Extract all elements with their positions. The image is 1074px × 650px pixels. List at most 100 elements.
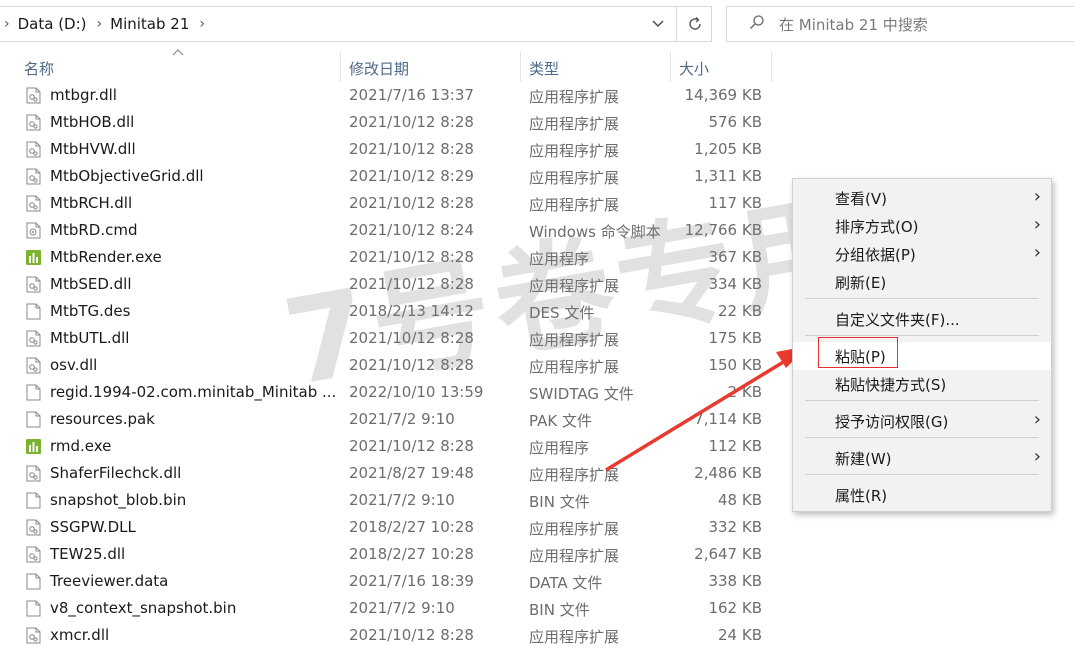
file-size: 576 KB: [708, 113, 762, 131]
file-type: 应用程序扩展: [529, 88, 620, 106]
file-name[interactable]: MtbSED.dll: [50, 275, 132, 293]
file-row[interactable]: Treeviewer.data 2021/7/16 18:39 DATA 文件 338…: [20, 568, 780, 595]
file-type: BIN 文件: [529, 601, 590, 619]
column-header-date[interactable]: 修改日期: [349, 54, 519, 82]
file-name[interactable]: MtbHVW.dll: [50, 140, 136, 158]
file-row[interactable]: xmcr.dll 2021/10/12 8:28 应用程序扩展 24 KB: [20, 622, 780, 649]
menu-item-paste-shortcut[interactable]: 粘贴快捷方式(S): [793, 370, 1051, 398]
menu-item-customize-folder[interactable]: 自定义文件夹(F)...: [793, 305, 1051, 333]
file-name[interactable]: resources.pak: [50, 410, 155, 428]
column-divider[interactable]: [520, 52, 521, 82]
file-row[interactable]: resources.pak 2021/7/2 9:10 PAK 文件 7,114 KB: [20, 406, 780, 433]
file-row[interactable]: v8_context_snapshot.bin 2021/7/2 9:10 BIN …: [20, 595, 780, 622]
address-bar[interactable]: › Data (D:) › Minitab 21 ›: [0, 6, 712, 42]
file-size: 2,647 KB: [694, 545, 762, 563]
file-size: 7,114 KB: [694, 410, 762, 428]
search-input[interactable]: 在 Minitab 21 中搜索: [726, 6, 1074, 42]
file-date: 2021/10/12 8:28: [349, 248, 474, 266]
file-size: 334 KB: [708, 275, 762, 293]
menu-item-properties[interactable]: 属性(R): [793, 481, 1051, 509]
file-name[interactable]: regid.1994-02.com.minitab_Minitab ...: [50, 383, 336, 401]
file-row[interactable]: snapshot_blob.bin 2021/7/2 9:10 BIN 文件 48 K…: [20, 487, 780, 514]
menu-item-refresh[interactable]: 刷新(E): [793, 268, 1051, 296]
file-row[interactable]: MtbRCH.dll 2021/10/12 8:28 应用程序扩展 117 KB: [20, 190, 780, 217]
menu-item-paste[interactable]: 粘贴(P): [793, 342, 1051, 370]
file-name[interactable]: TEW25.dll: [50, 545, 125, 563]
chevron-right-icon: ›: [1033, 242, 1041, 263]
column-header-type[interactable]: 类型: [529, 54, 669, 82]
file-size: 150 KB: [708, 356, 762, 374]
column-header-size[interactable]: 大小: [679, 54, 769, 82]
file-name[interactable]: MtbObjectiveGrid.dll: [50, 167, 204, 185]
file-name[interactable]: rmd.exe: [50, 437, 111, 455]
menu-item-give-access[interactable]: 授予访问权限(G) ›: [793, 407, 1051, 435]
breadcrumb-chevron-icon[interactable]: ›: [97, 16, 103, 32]
file-row[interactable]: mtbgr.dll 2021/7/16 13:37 应用程序扩展 14,369 KB: [20, 82, 780, 109]
file-name[interactable]: MtbHOB.dll: [50, 113, 134, 131]
breadcrumb-chevron-icon[interactable]: ›: [199, 16, 205, 32]
cmd-file-icon: [26, 222, 41, 239]
file-size: 117 KB: [708, 194, 762, 212]
file-size: 338 KB: [708, 572, 762, 590]
menu-separator: [805, 298, 1039, 299]
file-date: 2021/7/2 9:10: [349, 599, 455, 617]
file-name[interactable]: MtbTG.des: [50, 302, 130, 320]
chevron-down-icon[interactable]: [640, 7, 676, 41]
menu-item-label: 刷新(E): [835, 274, 887, 292]
file-row[interactable]: osv.dll 2021/10/12 8:28 应用程序扩展 150 KB: [20, 352, 780, 379]
blank-file-icon: [26, 492, 41, 509]
exe-file-icon: [26, 249, 41, 266]
file-name[interactable]: xmcr.dll: [50, 626, 109, 644]
chevron-right-icon: ›: [1033, 446, 1041, 467]
file-row[interactable]: MtbRD.cmd 2021/10/12 8:24 Windows 命令脚本 12,7…: [20, 217, 780, 244]
dll-file-icon: [26, 357, 41, 374]
column-divider[interactable]: [771, 52, 772, 82]
file-name[interactable]: MtbRCH.dll: [50, 194, 132, 212]
file-date: 2021/10/12 8:28: [349, 194, 474, 212]
file-row[interactable]: TEW25.dll 2018/2/27 10:28 应用程序扩展 2,647 KB: [20, 541, 780, 568]
menu-item-sort[interactable]: 排序方式(O) ›: [793, 212, 1051, 240]
file-row[interactable]: ShaferFilechck.dll 2021/8/27 19:48 应用程序扩展 2…: [20, 460, 780, 487]
file-row[interactable]: MtbTG.des 2018/2/13 14:12 DES 文件 22 KB: [20, 298, 780, 325]
dll-file-icon: [26, 141, 41, 158]
column-divider[interactable]: [340, 52, 341, 82]
file-row[interactable]: regid.1994-02.com.minitab_Minitab ... 202…: [20, 379, 780, 406]
file-name[interactable]: MtbRD.cmd: [50, 221, 137, 239]
chevron-right-icon: ›: [1033, 409, 1041, 430]
file-date: 2021/10/12 8:28: [349, 356, 474, 374]
column-divider[interactable]: [670, 52, 671, 82]
file-row[interactable]: MtbUTL.dll 2021/10/12 8:28 应用程序扩展 175 KB: [20, 325, 780, 352]
file-name[interactable]: ShaferFilechck.dll: [50, 464, 181, 482]
file-name[interactable]: MtbRender.exe: [50, 248, 162, 266]
file-row[interactable]: MtbRender.exe 2021/10/12 8:28 应用程序 367 KB: [20, 244, 780, 271]
exe-file-icon: [26, 438, 41, 455]
menu-item-new[interactable]: 新建(W) ›: [793, 444, 1051, 472]
breadcrumb-chevron-icon[interactable]: ›: [4, 16, 10, 32]
menu-item-group[interactable]: 分组依据(P) ›: [793, 240, 1051, 268]
file-name[interactable]: Treeviewer.data: [50, 572, 168, 590]
file-row[interactable]: MtbSED.dll 2021/10/12 8:28 应用程序扩展 334 KB: [20, 271, 780, 298]
file-date: 2021/10/12 8:29: [349, 167, 474, 185]
blank-file-icon: [26, 303, 41, 320]
file-type: 应用程序扩展: [529, 196, 620, 214]
breadcrumb-drive[interactable]: Data (D:): [18, 15, 87, 33]
file-type: SWIDTAG 文件: [529, 385, 634, 403]
file-name[interactable]: SSGPW.DLL: [50, 518, 136, 536]
file-row[interactable]: SSGPW.DLL 2018/2/27 10:28 应用程序扩展 332 KB: [20, 514, 780, 541]
file-name[interactable]: snapshot_blob.bin: [50, 491, 186, 509]
file-row[interactable]: MtbHOB.dll 2021/10/12 8:28 应用程序扩展 576 KB: [20, 109, 780, 136]
file-row[interactable]: rmd.exe 2021/10/12 8:28 应用程序 112 KB: [20, 433, 780, 460]
file-name[interactable]: osv.dll: [50, 356, 97, 374]
dll-file-icon: [26, 168, 41, 185]
file-row[interactable]: MtbHVW.dll 2021/10/12 8:28 应用程序扩展 1,205 KB: [20, 136, 780, 163]
menu-item-view[interactable]: 查看(V) ›: [793, 184, 1051, 212]
file-row[interactable]: MtbObjectiveGrid.dll 2021/10/12 8:29 应用程序扩…: [20, 163, 780, 190]
refresh-button[interactable]: [676, 7, 712, 41]
file-name[interactable]: mtbgr.dll: [50, 86, 117, 104]
file-type: 应用程序扩展: [529, 547, 620, 565]
file-type: 应用程序扩展: [529, 331, 620, 349]
file-name[interactable]: MtbUTL.dll: [50, 329, 129, 347]
file-name[interactable]: v8_context_snapshot.bin: [50, 599, 236, 617]
column-header-name[interactable]: 名称: [24, 54, 340, 82]
breadcrumb-folder[interactable]: Minitab 21: [110, 15, 189, 33]
